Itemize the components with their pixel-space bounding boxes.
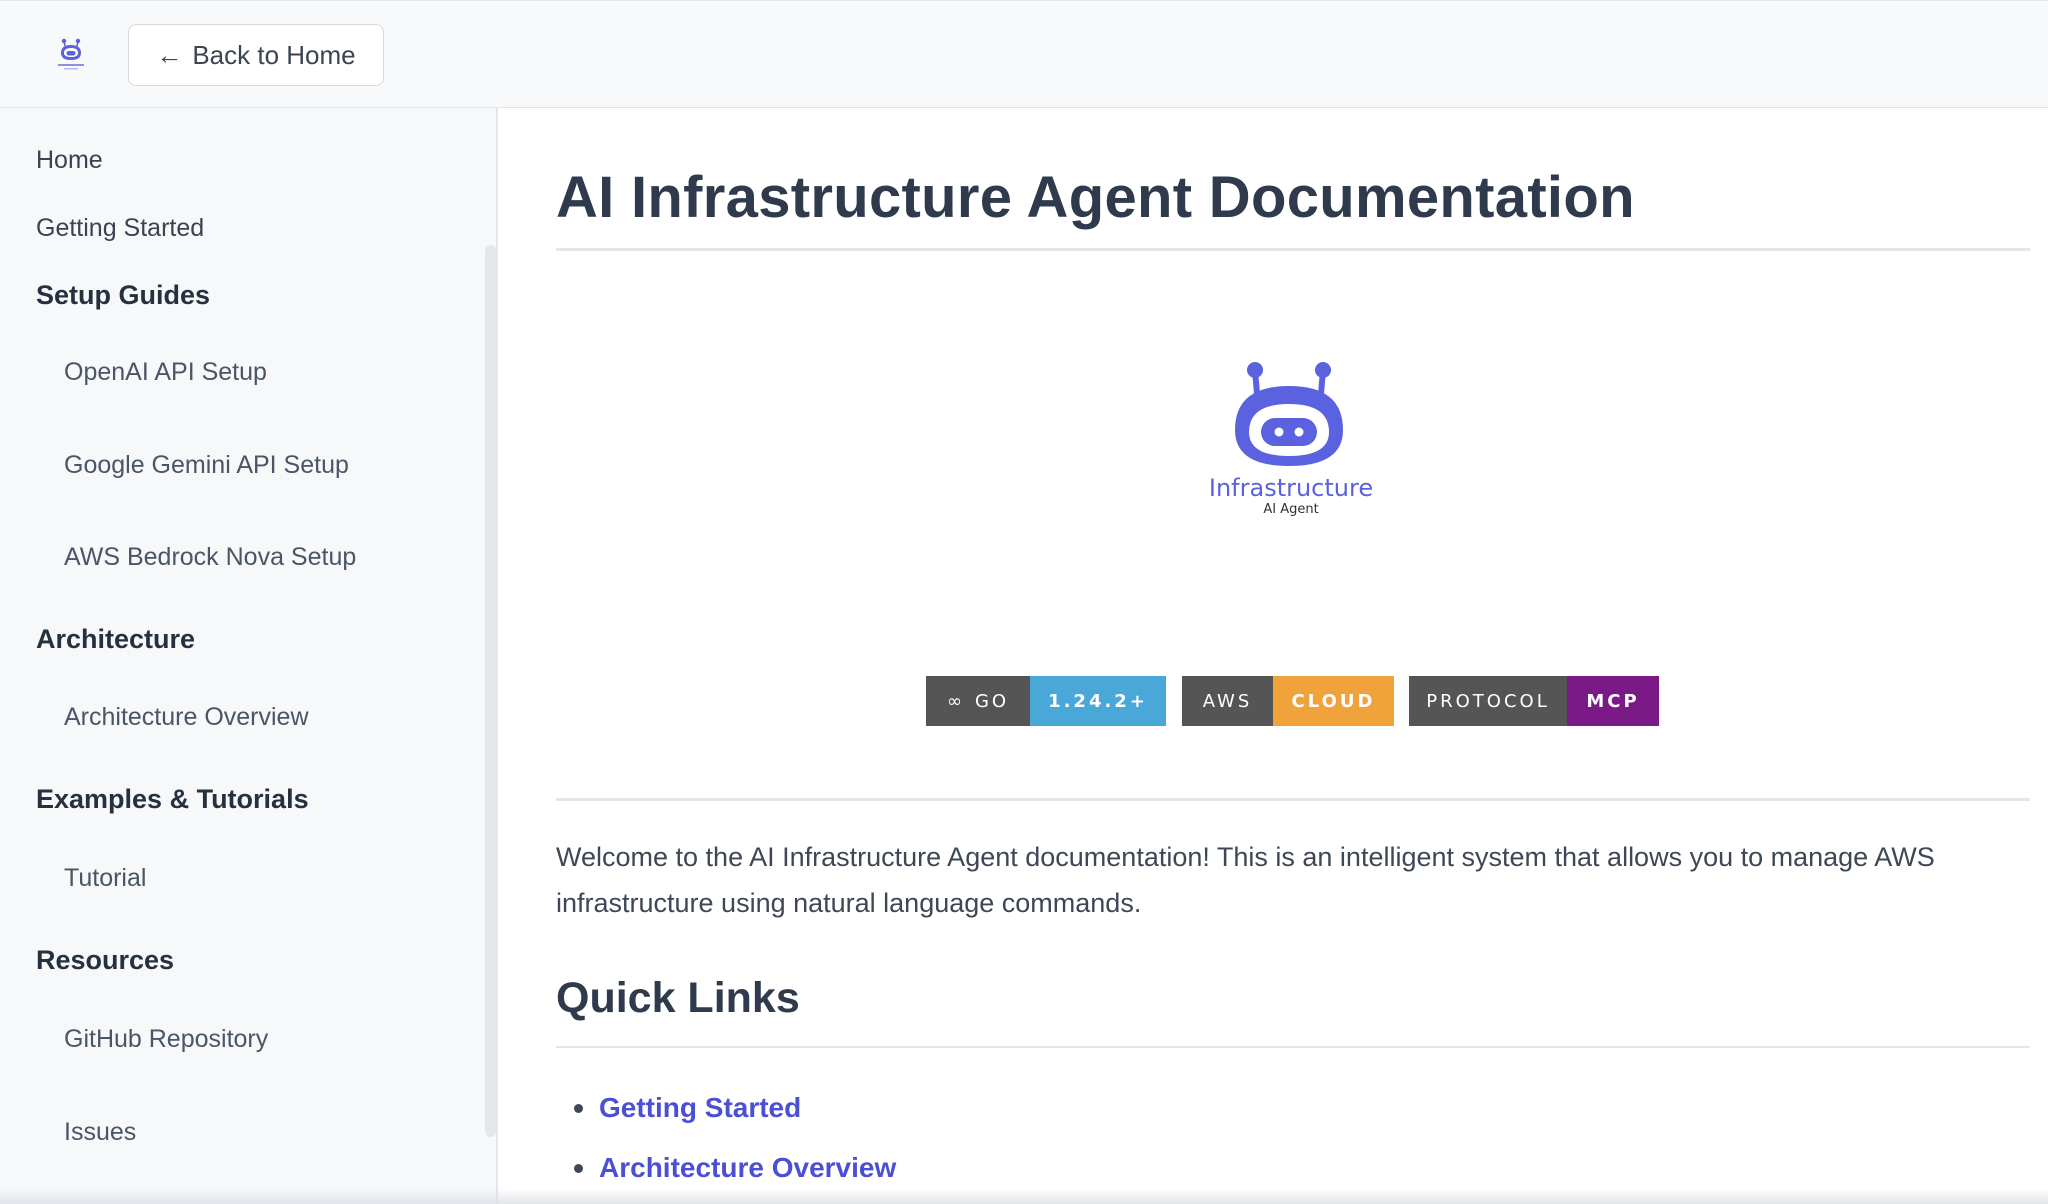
protocol-badge[interactable]: PROTOCOL MCP [1409, 676, 1659, 726]
bullet [574, 1103, 583, 1113]
badge-label: GO [974, 690, 1010, 712]
page-title: AI Infrastructure Agent Documentation [556, 165, 1635, 230]
quick-links-list: Getting Started Architecture Overview [574, 1078, 896, 1198]
quick-links-heading: Quick Links [556, 974, 800, 1022]
badge-label: PROTOCOL [1409, 676, 1567, 726]
intro-paragraph: Welcome to the AI Infrastructure Agent d… [556, 842, 1935, 918]
sidebar-item-github-repository[interactable]: GitHub Repository [64, 1025, 268, 1054]
badge-value: CLOUD [1273, 676, 1394, 726]
sidebar-section-resources: Resources [36, 945, 175, 975]
quick-links-divider [556, 1046, 2030, 1048]
sidebar: Home Getting Started Setup Guides OpenAI… [0, 108, 498, 1204]
sidebar-scrollbar[interactable] [485, 245, 496, 1137]
link-getting-started[interactable]: Getting Started [599, 1092, 801, 1124]
sidebar-item-bedrock-setup[interactable]: AWS Bedrock Nova Setup [64, 543, 356, 572]
logo-subtitle: AI Agent [1263, 502, 1319, 517]
sidebar-item-openai-setup[interactable]: OpenAI API Setup [64, 358, 267, 387]
list-item: Getting Started [574, 1078, 896, 1138]
go-version-badge[interactable]: ∞ GO 1.24.2+ [926, 676, 1166, 726]
sidebar-section-examples: Examples & Tutorials [36, 784, 309, 814]
bottom-shadow [0, 1188, 2048, 1204]
sidebar-section-architecture: Architecture [36, 624, 196, 654]
bullet [574, 1163, 583, 1173]
robot-logo-icon[interactable] [50, 35, 92, 75]
arrow-left-icon: ← [156, 40, 183, 70]
sidebar-section-setup-guides: Setup Guides [36, 280, 211, 310]
badge-label: AWS [1182, 676, 1273, 726]
back-to-home-label: Back to Home [192, 39, 356, 70]
title-divider [556, 248, 2030, 251]
badge-value: MCP [1567, 676, 1659, 726]
main-content: AI Infrastructure Agent Documentation In… [556, 108, 2030, 1204]
sidebar-item-gemini-setup[interactable]: Google Gemini API Setup [64, 451, 349, 480]
go-logo-icon: ∞ [946, 690, 965, 712]
link-architecture-overview[interactable]: Architecture Overview [599, 1152, 896, 1184]
sidebar-item-tutorial[interactable]: Tutorial [64, 864, 146, 893]
sidebar-item-getting-started[interactable]: Getting Started [36, 214, 204, 243]
sidebar-item-issues[interactable]: Issues [64, 1118, 136, 1147]
aws-badge[interactable]: AWS CLOUD [1182, 676, 1394, 726]
sidebar-item-architecture-overview[interactable]: Architecture Overview [64, 703, 309, 732]
section-divider [556, 798, 2030, 801]
badge-value: 1.24.2+ [1030, 676, 1166, 726]
back-to-home-button[interactable]: ← Back to Home [128, 24, 384, 86]
sidebar-item-home[interactable]: Home [36, 146, 103, 175]
logo-name: Infrastructure [1208, 474, 1374, 502]
top-header: ← Back to Home [0, 0, 2048, 108]
